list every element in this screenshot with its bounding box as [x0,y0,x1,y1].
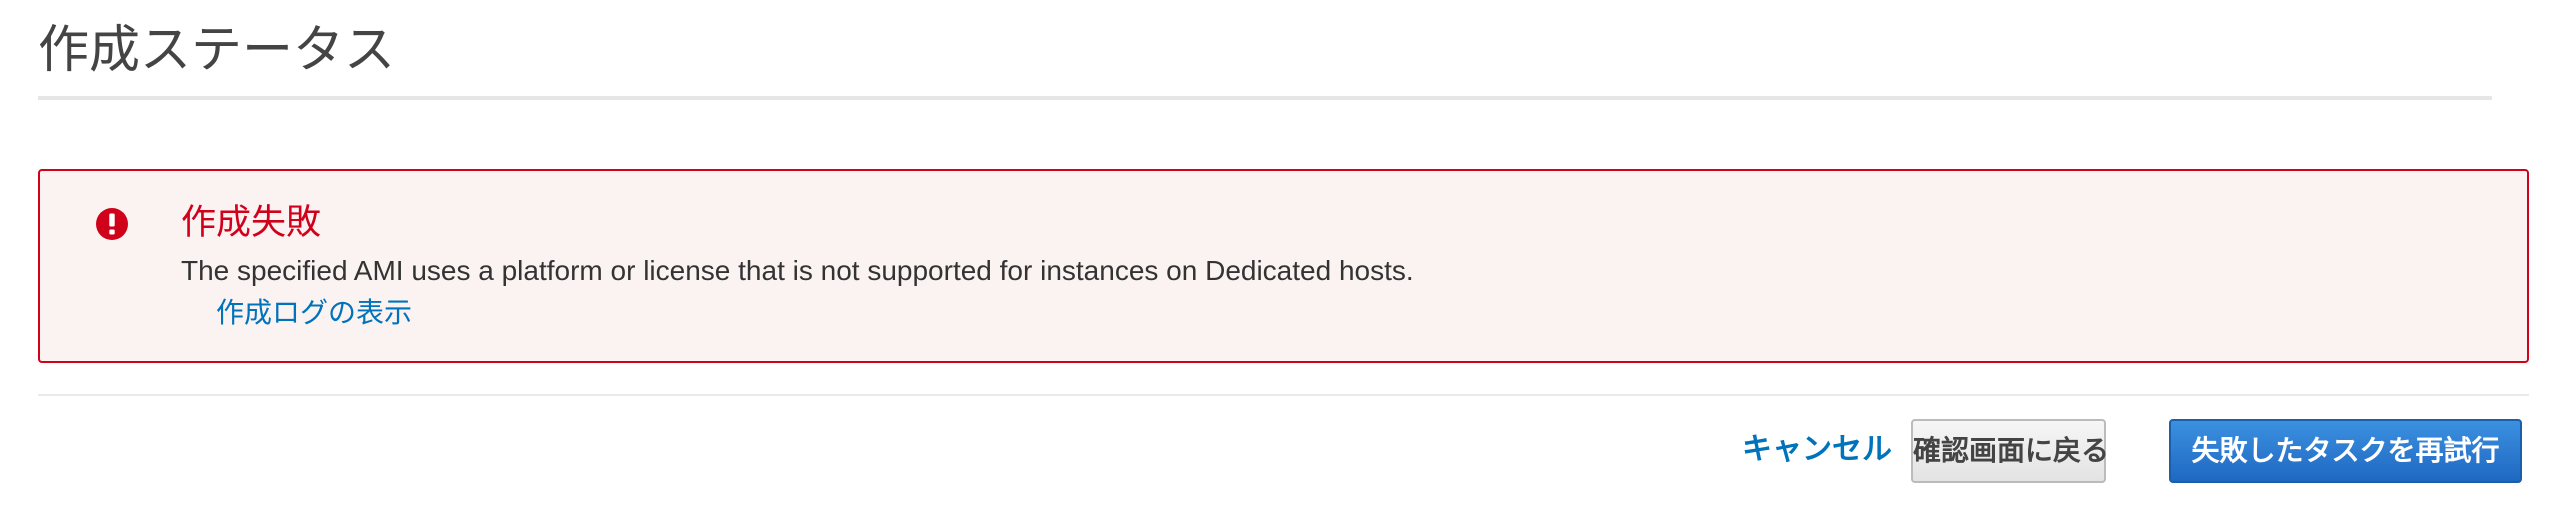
footer-divider [38,394,2529,396]
view-log-link[interactable]: 作成ログの表示 [216,295,412,331]
cancel-button[interactable]: キャンセル [1742,430,1892,470]
error-exclamation-icon [96,208,128,240]
error-alert: 作成失敗 The specified AMI uses a platform o… [38,169,2529,363]
retry-failed-tasks-button[interactable]: 失敗したタスクを再試行 [2169,419,2522,483]
page-title: 作成ステータス [38,21,396,78]
alert-message: The specified AMI uses a platform or lic… [181,255,1414,286]
alert-title: 作成失敗 [181,203,322,242]
back-to-review-button[interactable]: 確認画面に戻る [1911,419,2109,483]
title-divider [38,96,2492,100]
